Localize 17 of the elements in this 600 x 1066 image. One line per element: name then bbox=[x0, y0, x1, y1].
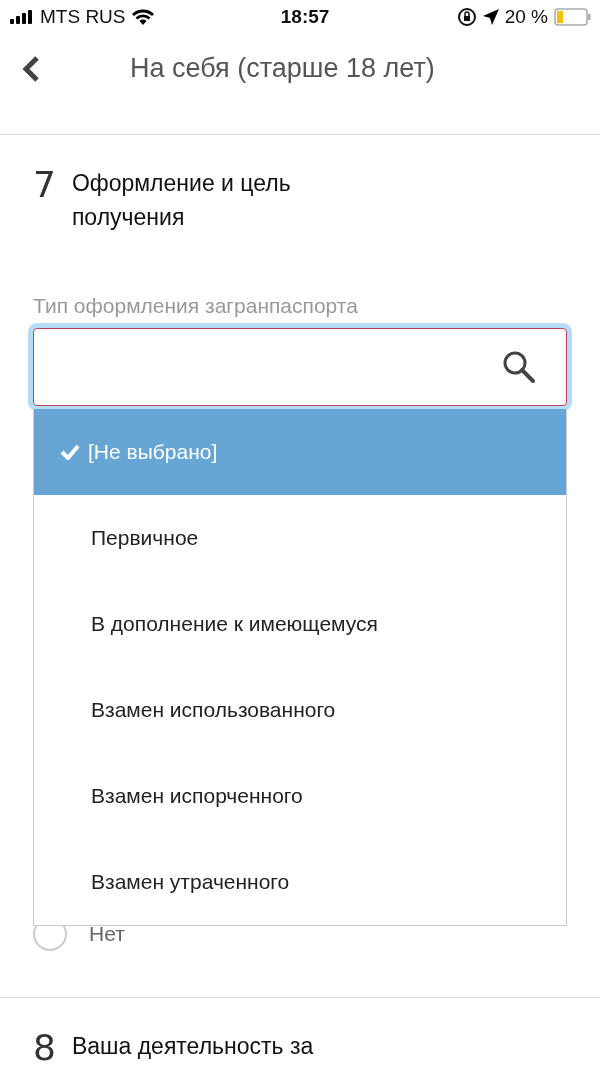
section-title: Оформление и цель получения bbox=[71, 169, 292, 233]
chevron-left-icon bbox=[22, 54, 40, 83]
section-title: Ваша деятельность за bbox=[71, 1032, 315, 1061]
clock-time: 18:57 bbox=[280, 5, 330, 28]
search-icon bbox=[502, 350, 536, 385]
field-label: Тип оформления загранпаспорта bbox=[33, 294, 359, 319]
section-number: 7 bbox=[33, 167, 56, 204]
carrier-name: MTS RUS bbox=[40, 5, 126, 28]
section-number: 8 bbox=[33, 1030, 56, 1066]
battery-icon bbox=[554, 7, 592, 26]
signal-icon bbox=[10, 9, 34, 24]
battery-percent: 20 % bbox=[504, 5, 548, 28]
page-title: На себя (старше 18 лет) bbox=[130, 53, 435, 84]
wifi-icon bbox=[131, 8, 154, 25]
rotation-lock-icon bbox=[456, 6, 477, 27]
checkmark-icon bbox=[60, 444, 80, 461]
location-arrow-icon bbox=[482, 8, 499, 25]
